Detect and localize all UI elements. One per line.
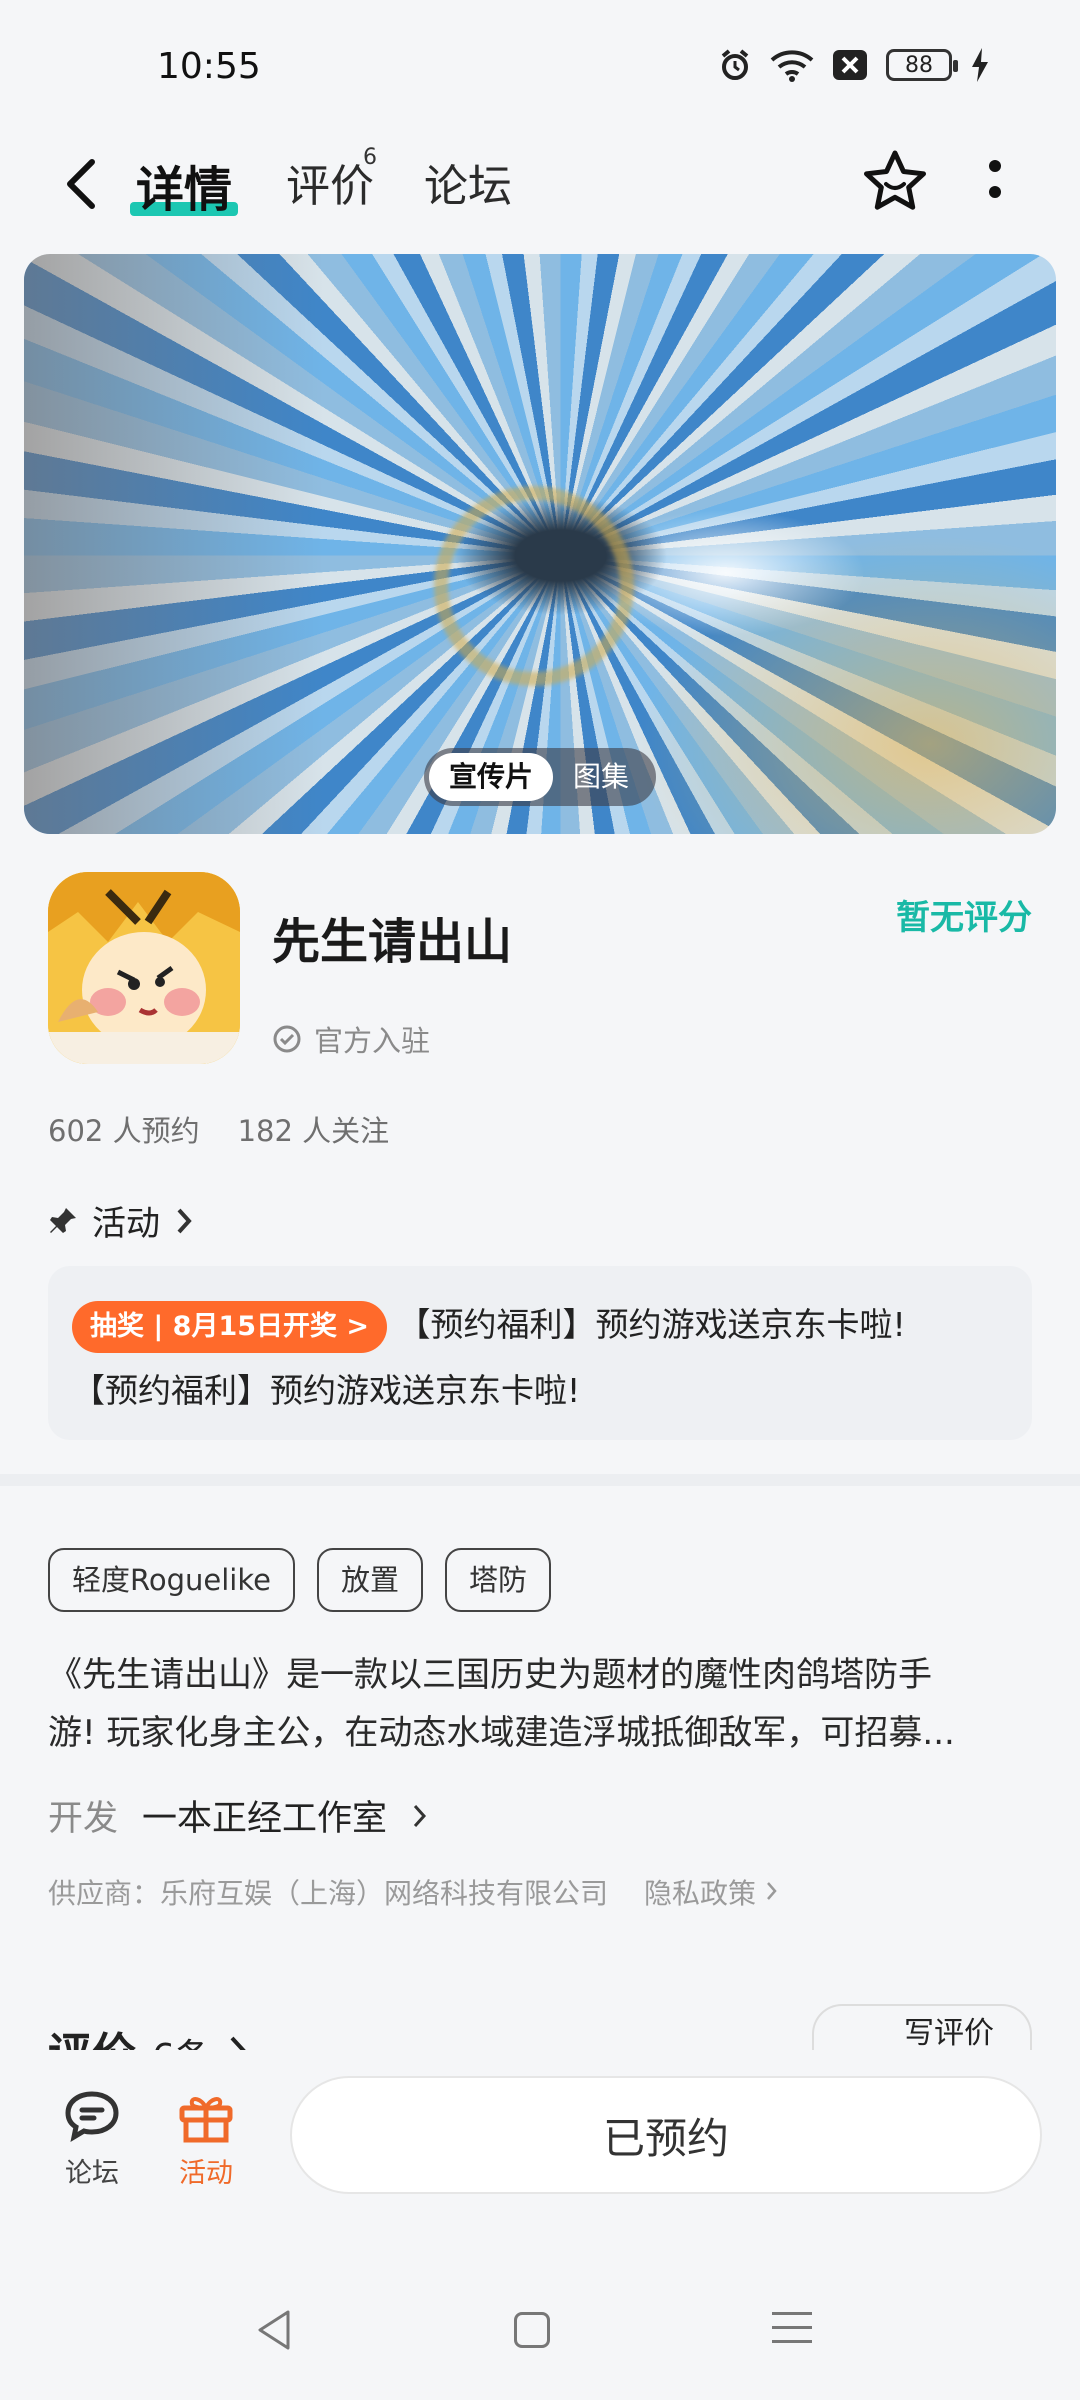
activity-text-1: 【预约福利】预约游戏送京东卡啦! <box>397 1305 906 1344</box>
genre-tags: 轻度Roguelike 放置 塔防 <box>48 1548 551 1612</box>
chevron-right-icon <box>177 1208 192 1233</box>
lottery-tag: 抽奖 | 8月15日开奖 > <box>72 1300 388 1353</box>
system-back-button[interactable] <box>254 2308 294 2356</box>
app-name: 先生请出山 <box>272 914 513 970</box>
activity-title: 活动 <box>92 1204 160 1244</box>
activity-card[interactable]: 抽奖 | 8月15日开奖 > 【预约福利】预约游戏送京东卡啦! 【预约福利】预约… <box>48 1266 1032 1440</box>
game-description[interactable]: 《先生请出山》是一款以三国历史为题材的魔性肉鸽塔防手 游! 玩家化身主公，在动态… <box>48 1646 1032 1762</box>
developer-row[interactable]: 开发 一本正经工作室 <box>48 1790 429 1841</box>
description-line-1: 《先生请出山》是一款以三国历史为题材的魔性肉鸽塔防手 <box>48 1655 932 1695</box>
activity-line-1: 抽奖 | 8月15日开奖 > 【预约福利】预约游戏送京东卡啦! <box>72 1292 1008 1358</box>
bottom-activity-button[interactable]: 活动 <box>156 2088 256 2190</box>
banner-ring <box>434 486 634 686</box>
banner-shade <box>24 254 324 834</box>
media-toggle[interactable]: 宣传片 图集 <box>424 748 656 806</box>
promo-banner[interactable] <box>24 254 1056 834</box>
app-icon <box>48 872 240 1064</box>
tag-idle[interactable]: 放置 <box>316 1548 423 1612</box>
status-time: 10:55 <box>157 46 261 87</box>
alarm-icon <box>721 49 749 80</box>
supplier-text: 供应商：乐府互娱（上海）网络科技有限公司 <box>48 1877 609 1910</box>
wifi-icon <box>770 50 814 82</box>
system-home-button[interactable] <box>514 2312 550 2348</box>
review-count-badge: 6 <box>363 145 377 170</box>
chevron-right-icon <box>766 1882 777 1900</box>
tab-forum[interactable]: 论坛 <box>424 150 512 214</box>
privacy-policy-link[interactable]: 隐私政策 <box>644 1872 779 1912</box>
verified-check-icon <box>273 1025 301 1053</box>
tag-roguelike[interactable]: 轻度Roguelike <box>48 1548 295 1612</box>
bottom-forum-button[interactable]: 论坛 <box>42 2088 142 2190</box>
supplier-row: 供应商：乐府互娱（上海）网络科技有限公司 隐私政策 <box>48 1872 779 1912</box>
reservation-count: 602 人预约 <box>48 1114 200 1148</box>
video-option[interactable]: 宣传片 <box>429 753 554 801</box>
official-badge: 官方入驻 <box>272 1018 430 1060</box>
rating-status: 暂无评分 <box>896 898 1032 938</box>
tab-review[interactable]: 评价 <box>286 150 374 214</box>
status-icons: 88 <box>718 48 990 82</box>
privacy-policy-label: 隐私政策 <box>644 1877 757 1910</box>
tab-detail[interactable]: 详情 <box>129 150 239 220</box>
charging-icon <box>972 48 988 82</box>
activity-header[interactable]: 活动 <box>48 1196 194 1245</box>
description-line-2: 游! 玩家化身主公，在动态水域建造浮城抵御敌军，可招募... <box>48 1713 955 1753</box>
tag-tower-defense[interactable]: 塔防 <box>444 1548 551 1612</box>
section-divider <box>0 1474 1080 1486</box>
battery-indicator: 88 <box>886 49 958 81</box>
reserved-button[interactable]: 已预约 <box>290 2076 1042 2194</box>
more-options-button[interactable] <box>980 158 1010 204</box>
chevron-right-icon <box>413 1804 427 1827</box>
star-icon <box>864 150 926 210</box>
bottom-activity-label: 活动 <box>179 2158 233 2189</box>
bottom-forum-label: 论坛 <box>65 2158 119 2189</box>
app-stats: 602 人预约 182 人关注 <box>48 1108 389 1150</box>
menu-line <box>772 2312 812 2315</box>
menu-line <box>772 2326 812 2329</box>
official-badge-label: 官方入驻 <box>314 1024 431 1058</box>
more-vertical-icon <box>989 160 1001 198</box>
gallery-option[interactable]: 图集 <box>553 753 649 801</box>
developer-name: 一本正经工作室 <box>142 1799 388 1839</box>
system-menu-button[interactable] <box>772 2312 812 2354</box>
back-button[interactable] <box>58 156 106 212</box>
follow-button[interactable] <box>862 148 928 214</box>
developer-label: 开发 <box>48 1799 119 1839</box>
gift-icon <box>179 2097 233 2143</box>
activity-text-2: 【预约福利】预约游戏送京东卡啦! <box>72 1371 581 1410</box>
follower-count: 182 人关注 <box>237 1114 390 1148</box>
back-arrow-icon <box>67 159 95 209</box>
pin-icon <box>50 1207 76 1233</box>
triangle-back-icon <box>258 2310 290 2350</box>
no-sim-icon <box>833 50 867 80</box>
banner-glow <box>636 534 1056 834</box>
menu-line <box>772 2340 812 2343</box>
chat-bubble-icon <box>65 2091 119 2143</box>
game-character-icon <box>48 872 240 1064</box>
